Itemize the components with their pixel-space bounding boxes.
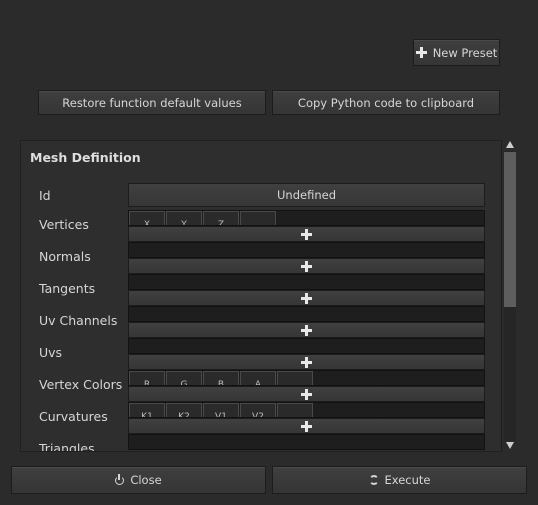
id-value: Undefined [277, 188, 336, 202]
vertex-colors-label: Vertex Colors [39, 377, 123, 392]
id-value-button[interactable]: Undefined [128, 183, 485, 207]
plus-icon [301, 228, 312, 240]
vertices-column-y[interactable]: Y [166, 211, 202, 225]
curvatures-column-empty [277, 403, 313, 417]
id-label: Id [39, 188, 51, 203]
uv-channels-label: Uv Channels [39, 313, 118, 328]
scroll-down-arrow-icon[interactable] [506, 442, 514, 449]
tangents-table[interactable] [128, 274, 485, 290]
curvatures-column-k1[interactable]: K1 [129, 403, 165, 417]
curvatures-column-v1[interactable]: V1 [203, 403, 239, 417]
vertex-colors-column-g[interactable]: G [166, 371, 202, 385]
plus-icon [301, 260, 312, 272]
vertex-colors-table[interactable]: R G B A [128, 370, 485, 386]
vertices-add-button[interactable] [128, 226, 485, 242]
curvatures-field[interactable]: K1 K2 V1 V2 [128, 402, 485, 434]
vertices-label: Vertices [39, 217, 89, 232]
plus-icon [301, 324, 312, 336]
uv-channels-add-button[interactable] [128, 322, 485, 338]
scroll-thumb[interactable] [504, 152, 516, 307]
normals-table[interactable] [128, 242, 485, 258]
tangents-field[interactable] [128, 274, 485, 306]
triangles-field[interactable] [128, 434, 485, 450]
plus-icon [415, 47, 427, 58]
normals-label: Normals [39, 249, 91, 264]
uvs-table[interactable] [128, 338, 485, 354]
vertex-colors-add-button[interactable] [128, 386, 485, 402]
vertices-column-z[interactable]: Z [203, 211, 239, 225]
uvs-add-button[interactable] [128, 354, 485, 370]
plus-icon [301, 420, 312, 432]
panel-scrollbar[interactable] [503, 140, 517, 452]
vertex-colors-column-empty [277, 371, 313, 385]
copy-python-button[interactable]: Copy Python code to clipboard [272, 90, 500, 115]
mesh-definition-panel: Mesh Definition Id Undefined Vertices X … [20, 140, 502, 452]
uvs-field[interactable] [128, 338, 485, 370]
tangents-add-button[interactable] [128, 290, 485, 306]
vertex-colors-field[interactable]: R G B A [128, 370, 485, 402]
curvatures-column-v2[interactable]: V2 [240, 403, 276, 417]
execute-label: Execute [384, 473, 431, 487]
vertex-colors-column-a[interactable]: A [240, 371, 276, 385]
close-button[interactable]: Close [11, 466, 266, 494]
plus-icon [301, 356, 312, 368]
normals-field[interactable] [128, 242, 485, 274]
vertices-column-x[interactable]: X [129, 211, 165, 225]
vertices-field[interactable]: X Y Z [128, 210, 485, 242]
id-field[interactable]: Undefined [128, 183, 485, 207]
normals-add-button[interactable] [128, 258, 485, 274]
copy-python-label: Copy Python code to clipboard [297, 95, 475, 110]
plus-icon [301, 292, 312, 304]
close-label: Close [130, 473, 162, 487]
triangles-table[interactable] [128, 434, 485, 450]
curvatures-add-button[interactable] [128, 418, 485, 434]
new-preset-label: New Preset [432, 45, 498, 60]
execute-button[interactable]: Execute [272, 466, 527, 494]
curvatures-label: Curvatures [39, 409, 108, 424]
vertices-table[interactable]: X Y Z [128, 210, 485, 226]
triangles-label: Triangles [39, 441, 95, 452]
tangents-label: Tangents [39, 281, 96, 296]
power-icon [115, 473, 125, 485]
uvs-label: Uvs [39, 345, 63, 360]
restore-defaults-button[interactable]: Restore function default values [38, 90, 266, 115]
refresh-icon [368, 475, 379, 485]
vertices-column-empty [240, 211, 276, 225]
restore-defaults-label: Restore function default values [62, 95, 242, 110]
new-preset-button[interactable]: New Preset [413, 39, 500, 66]
vertex-colors-column-r[interactable]: R [129, 371, 165, 385]
uv-channels-table[interactable] [128, 306, 485, 322]
curvatures-table[interactable]: K1 K2 V1 V2 [128, 402, 485, 418]
scroll-up-arrow-icon[interactable] [506, 141, 514, 148]
uv-channels-field[interactable] [128, 306, 485, 338]
panel-title: Mesh Definition [30, 150, 141, 165]
curvatures-column-k2[interactable]: K2 [166, 403, 202, 417]
vertex-colors-column-b[interactable]: B [203, 371, 239, 385]
plus-icon [301, 388, 312, 400]
